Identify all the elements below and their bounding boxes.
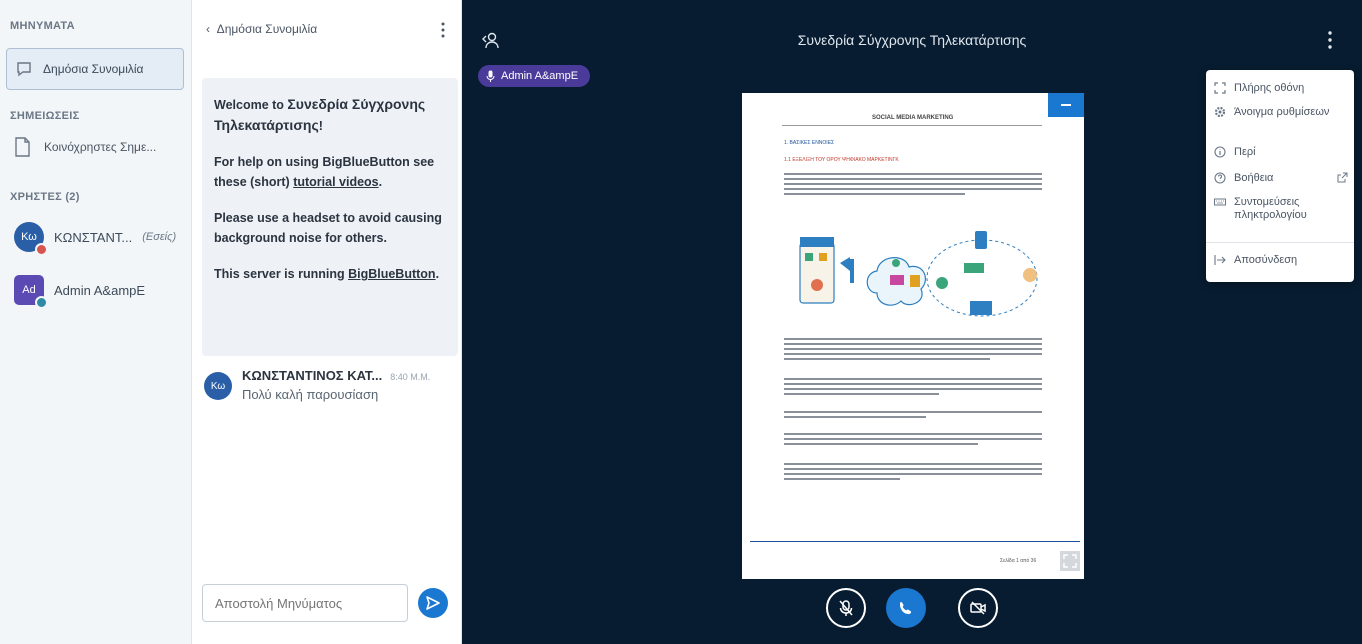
avatar: Ad <box>14 275 48 309</box>
slide-paragraph <box>784 433 1042 448</box>
shared-notes-item[interactable]: Κοινόχρηστες Σημε... <box>12 136 156 158</box>
leave-audio-button[interactable] <box>886 588 926 628</box>
avatar: Κω <box>14 222 48 256</box>
bigbluebutton-link[interactable]: BigBlueButton <box>348 267 435 281</box>
phone-icon <box>900 602 912 615</box>
gear-icon <box>1214 106 1226 118</box>
slide-paragraph <box>784 338 1042 363</box>
presentation-slide: SOCIAL MEDIA MARKETING 1. ΒΑΣΙΚΕΣ ΕΝΝΟΙΕ… <box>742 93 1084 579</box>
public-chat-item[interactable]: Δημόσια Συνομιλία <box>6 48 184 90</box>
chat-back-button[interactable]: ‹ Δημόσια Συνομιλία <box>206 22 317 38</box>
mute-microphone-button[interactable] <box>826 588 866 628</box>
public-chat-label: Δημόσια Συνομιλία <box>43 62 144 76</box>
message-time: 8:40 Μ.Μ. <box>390 372 431 382</box>
slide-subsection-title: 1.1 ΕΞΕΛΙΞΗ ΤΟΥ ΟΡΟΥ ΨΗΦΙΑΚΟ ΜΑΡΚΕΤΙΝΓΚ <box>784 157 899 163</box>
share-webcam-button[interactable] <box>958 588 998 628</box>
more-options-icon[interactable] <box>440 22 446 38</box>
status-dot <box>35 296 48 309</box>
external-link-icon <box>1337 172 1348 183</box>
avatar: Κω <box>204 372 232 400</box>
slide-footer-rule <box>750 541 1080 542</box>
presentation-area: Συνεδρία Σύγχρονης Τηλεκατάρτισης Admin … <box>462 0 1362 644</box>
logout-icon <box>1214 255 1226 265</box>
messages-section-title: ΜΗΝΥΜΑΤΑ <box>10 20 75 32</box>
shared-notes-label: Κοινόχρηστες Σημε... <box>44 140 157 154</box>
fullscreen-icon <box>1214 82 1226 94</box>
fit-to-width-button[interactable] <box>1060 551 1080 571</box>
slide-header: SOCIAL MEDIA MARKETING <box>872 115 954 121</box>
info-icon <box>1214 146 1226 158</box>
user-name: Admin A&ampE <box>54 282 146 298</box>
users-section-title: ΧΡΗΣΤΕΣ (2) <box>10 191 80 203</box>
chat-message: Κω ΚΩΝΣΤΑΝΤΙΝΟΣ ΚΑΤ... 8:40 Μ.Μ. Πολύ καλ… <box>204 368 454 402</box>
message-text: Πολύ καλή παρουσίαση <box>242 387 379 402</box>
user-name: ΚΩΝΣΤΑΝΤ... <box>54 229 133 245</box>
user-item-konstantinos[interactable]: Κω ΚΩΝΣΤΑΝΤ... (Εσείς) <box>14 222 177 256</box>
menu-item-settings[interactable]: Άνοιγμα ρυθμίσεων <box>1214 106 1334 119</box>
slide-diagram <box>799 231 1038 317</box>
options-dropdown-menu: Πλήρης οθόνη Άνοιγμα ρυθμίσεων Περί Βοήθ… <box>1206 70 1354 282</box>
microphone-icon <box>486 70 495 82</box>
slide-paragraph <box>784 411 1042 421</box>
menu-item-fullscreen[interactable]: Πλήρης οθόνη <box>1214 82 1304 95</box>
tutorial-videos-link[interactable]: tutorial videos <box>293 175 378 189</box>
notes-icon <box>15 137 30 157</box>
minimize-presentation-button[interactable] <box>1048 93 1084 117</box>
expand-icon <box>1063 554 1077 568</box>
options-menu-icon[interactable] <box>1324 30 1336 50</box>
user-role: (Εσείς) <box>142 231 177 243</box>
menu-item-help[interactable]: Βοήθεια <box>1214 172 1348 185</box>
meeting-title: Συνεδρία Σύγχρονης Τηλεκατάρτισης <box>797 32 1027 48</box>
menu-item-logout[interactable]: Αποσύνδεση <box>1214 254 1297 267</box>
status-dot <box>35 243 48 256</box>
user-item-admin[interactable]: Ad Admin A&ampE <box>14 275 146 309</box>
chat-panel: ‹ Δημόσια Συνομιλία Welcome to Συνεδρία … <box>192 0 462 644</box>
slide-paragraph <box>784 378 1042 398</box>
slide-paragraph <box>784 463 1042 483</box>
chat-header: ‹ Δημόσια Συνομιλία <box>206 22 446 38</box>
keyboard-icon <box>1214 198 1226 206</box>
microphone-muted-icon <box>839 600 853 616</box>
send-message-button[interactable] <box>418 588 448 618</box>
slide-divider <box>782 125 1042 126</box>
slide-page-label: Σελίδα 1 από 36 <box>1000 558 1037 564</box>
welcome-message: Welcome to Συνεδρία Σύγχρονης Τηλεκατάρτ… <box>202 78 458 356</box>
user-list-sidebar: ΜΗΝΥΜΑΤΑ Δημόσια Συνομιλία ΣΗΜΕΙΩΣΕΙΣ Κο… <box>0 0 192 644</box>
slide-section-title: 1. ΒΑΣΙΚΕΣ ΕΝΝΟΙΕΣ <box>784 140 835 146</box>
slide-paragraph <box>784 173 1042 198</box>
notes-section-title: ΣΗΜΕΙΩΣΕΙΣ <box>10 110 80 122</box>
chat-message-input[interactable] <box>202 584 408 622</box>
message-sender: ΚΩΝΣΤΑΝΤΙΝΟΣ ΚΑΤ... <box>242 368 383 383</box>
help-icon <box>1214 172 1226 184</box>
minimize-icon <box>1061 104 1071 106</box>
send-icon <box>426 596 440 610</box>
menu-item-shortcuts[interactable]: Συντομεύσεις πληκτρολογίου <box>1214 196 1344 222</box>
menu-divider <box>1206 242 1354 243</box>
talking-indicator: Admin A&ampE <box>478 65 591 87</box>
menu-item-about[interactable]: Περί <box>1214 146 1256 159</box>
chat-icon <box>17 62 31 77</box>
camera-off-icon <box>970 601 986 615</box>
